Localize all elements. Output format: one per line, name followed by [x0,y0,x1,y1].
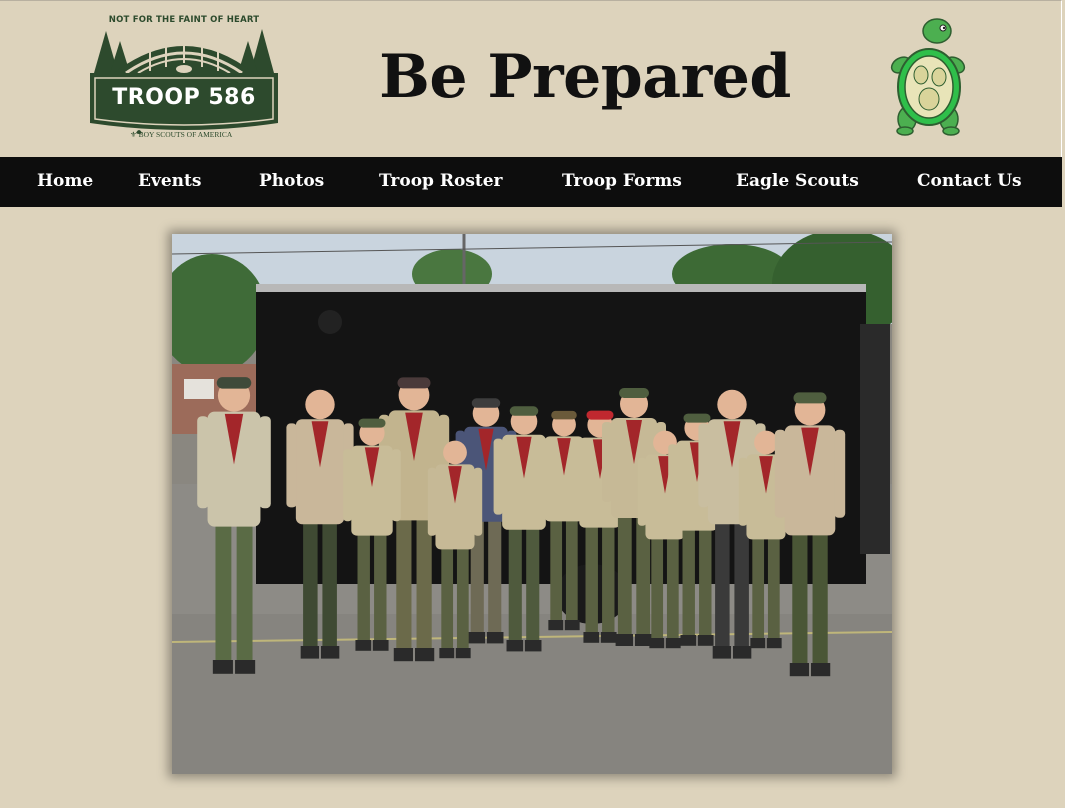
nav-troop-roster[interactable]: Troop Roster [379,157,503,207]
nav-troop-forms[interactable]: Troop Forms [562,157,682,207]
group-photo-illustration [172,234,892,774]
site-header: NOT FOR THE FAINT OF HEART TROOP 586 ⚜ B… [0,0,1062,157]
turtle-mascot-icon [885,15,975,141]
logo-troop-name: TROOP 586 [112,85,256,110]
fleur-de-lis-icon: ⚜ [130,130,139,139]
nav-home[interactable]: Home [37,157,93,207]
troop-logo-graphic [90,29,278,134]
logo-affiliation: ⚜ BOY SCOUTS OF AMERICA [130,130,250,139]
nav-photos[interactable]: Photos [259,157,324,207]
logo-affiliation-text: BOY SCOUTS OF AMERICA [138,130,233,139]
logo-tagline: NOT FOR THE FAINT OF HEART [108,15,260,25]
troop-logo[interactable]: NOT FOR THE FAINT OF HEART TROOP 586 ⚜ B… [86,11,282,149]
nav-contact-us[interactable]: Contact Us [917,157,1022,207]
site-title: Be Prepared [379,42,791,112]
troop-group-photo[interactable] [172,234,892,774]
nav-eagle-scouts[interactable]: Eagle Scouts [736,157,859,207]
main-nav: Home Events Photos Troop Roster Troop Fo… [0,157,1062,207]
nav-events[interactable]: Events [138,157,201,207]
